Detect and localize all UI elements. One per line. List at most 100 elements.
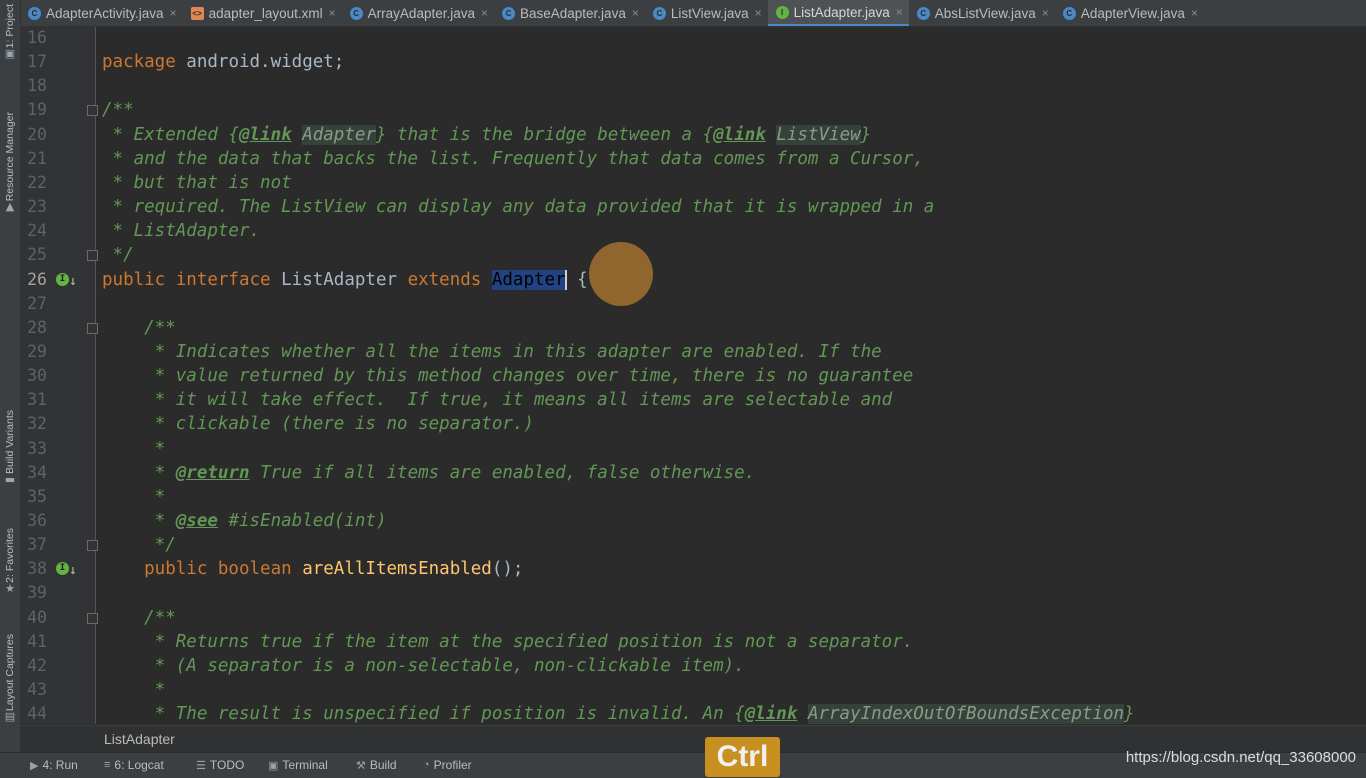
project-icon: ▣ <box>4 47 16 61</box>
code-text: * ListAdapter. <box>102 219 261 243</box>
favorites-tool[interactable]: 2: Favorites ★ <box>0 528 20 595</box>
implemented-icon[interactable]: I <box>56 272 69 286</box>
fold-marker-icon[interactable] <box>87 250 98 262</box>
tab-adapteractivity-java[interactable]: C AdapterActivity.java × <box>20 0 183 26</box>
code-line[interactable]: 43 * <box>20 678 1366 702</box>
tab-adapterview-java[interactable]: C AdapterView.java × <box>1055 0 1204 26</box>
code-token: public boolean <box>102 559 303 580</box>
project-tool[interactable]: 1: Project ▣ <box>0 4 20 60</box>
line-number: 17 <box>27 52 47 72</box>
line-number: 44 <box>27 704 47 724</box>
close-icon[interactable]: × <box>481 6 488 20</box>
code-line[interactable]: 16 <box>20 27 1366 50</box>
code-line[interactable]: 19 /** <box>20 98 1366 122</box>
code-text: * The result is unspecified if position … <box>102 702 1135 724</box>
code-token: * The result is unspecified if position … <box>102 704 745 724</box>
bottom-tool-terminal[interactable]: ▣ Terminal <box>268 758 328 772</box>
line-number: 37 <box>27 535 47 555</box>
resource-manager-tool-label: Resource Manager <box>4 112 16 202</box>
build-variants-tool[interactable]: Build Variants ▬ <box>0 410 20 486</box>
line-number: 21 <box>27 148 47 168</box>
close-icon[interactable]: × <box>1042 6 1049 20</box>
bottom-tool-todo[interactable]: ☰ TODO <box>196 758 244 772</box>
code-line[interactable]: 21 * and the data that backs the list. F… <box>20 147 1366 171</box>
code-text: /** <box>102 606 176 630</box>
code-text: * Returns true if the item at the specif… <box>102 630 914 654</box>
code-line[interactable]: 40 /** <box>20 606 1366 630</box>
code-line[interactable]: 37 */ <box>20 533 1366 557</box>
tab-baseadapter-java[interactable]: C BaseAdapter.java × <box>494 0 645 26</box>
breadcrumb-item[interactable]: ListAdapter <box>104 731 175 747</box>
close-icon[interactable]: × <box>755 6 762 20</box>
tab-listadapter-java[interactable]: I ListAdapter.java × <box>767 0 909 26</box>
code-line[interactable]: 22 * but that is not <box>20 171 1366 195</box>
code-line[interactable]: 31 * it will take effect. If true, it me… <box>20 388 1366 412</box>
code-line[interactable]: 41 * Returns true if the item at the spe… <box>20 630 1366 654</box>
resource-manager-tool[interactable]: Resource Manager ▲ <box>0 112 20 213</box>
code-line[interactable]: 44 * The result is unspecified if positi… <box>20 702 1366 724</box>
build-variants-tool-label: Build Variants <box>4 410 16 475</box>
code-token: * Extended { <box>102 124 239 145</box>
tab-adapter_layout-xml[interactable]: <> adapter_layout.xml × <box>183 0 342 26</box>
code-line[interactable]: 42 * (A separator is a non-selectable, n… <box>20 654 1366 678</box>
code-line[interactable]: 24 * ListAdapter. <box>20 219 1366 243</box>
line-number: 19 <box>27 100 47 120</box>
fold-marker-icon[interactable] <box>87 612 98 624</box>
bottom-tool-4-run[interactable]: ▶ 4: Run <box>30 758 78 772</box>
code-text: package android.widget; <box>102 50 344 74</box>
fold-marker-icon[interactable] <box>87 322 98 334</box>
code-token: ListAdapter <box>281 269 408 290</box>
code-line[interactable]: 17 package android.widget; <box>20 50 1366 74</box>
code-token: (); <box>491 559 524 580</box>
code-line[interactable]: 33 * <box>20 437 1366 461</box>
code-line[interactable]: 35 * <box>20 485 1366 509</box>
bottom-tool-6-logcat[interactable]: ≡ 6: Logcat <box>104 758 164 772</box>
close-icon[interactable]: × <box>329 6 336 20</box>
close-icon[interactable]: × <box>896 5 903 19</box>
code-line[interactable]: 18 <box>20 74 1366 98</box>
editor-tab-bar: C AdapterActivity.java × <> adapter_layout.x… <box>20 0 1366 27</box>
fold-marker-icon[interactable] <box>87 540 98 552</box>
tab-label: ListAdapter.java <box>793 4 890 20</box>
bottom-tool-build[interactable]: ⚒ Build <box>356 758 397 772</box>
tab-abslistview-java[interactable]: C AbsListView.java × <box>909 0 1055 26</box>
code-line[interactable]: 34 * @return True if all items are enabl… <box>20 461 1366 485</box>
line-number: 31 <box>27 390 47 410</box>
code-text: /** <box>102 316 176 340</box>
code-line[interactable]: 36 * @see #isEnabled(int) <box>20 509 1366 533</box>
close-icon[interactable]: × <box>170 6 177 20</box>
close-icon[interactable]: × <box>632 6 639 20</box>
close-icon[interactable]: × <box>1191 6 1198 20</box>
code-editor[interactable]: 16 17 package android.widget; 18 19/** 20 * E… <box>20 27 1366 724</box>
fold-marker-icon[interactable] <box>87 105 98 117</box>
code-text: * <box>102 485 166 509</box>
code-line[interactable]: 27 <box>20 292 1366 316</box>
code-line[interactable]: 25 */ <box>20 243 1366 267</box>
code-token: * Indicates whether all the items in thi… <box>102 341 882 362</box>
code-line[interactable]: 23 * required. The ListView can display … <box>20 195 1366 219</box>
bottom-tool-profiler[interactable]: ◔ Profiler <box>423 758 472 772</box>
code-line[interactable]: 26 I ↓ public interface ListAdapter extends… <box>20 268 1366 292</box>
line-number: 39 <box>27 583 47 603</box>
navigate-down-arrow-icon[interactable]: ↓ <box>69 270 77 294</box>
code-token: } <box>860 124 872 145</box>
code-line[interactable]: 29 * Indicates whether all the items in … <box>20 340 1366 364</box>
code-line[interactable]: 28 /** <box>20 316 1366 340</box>
code-token: * <box>102 511 176 531</box>
class-icon: C <box>916 6 930 20</box>
code-line[interactable]: 32 * clickable (there is no separator.) <box>20 412 1366 436</box>
code-line[interactable]: 38 I ↓ public boolean areAllItemsEnabled()… <box>20 557 1366 581</box>
tab-arrayadapter-java[interactable]: C ArrayAdapter.java × <box>342 0 494 26</box>
favorites-tool-label: 2: Favorites <box>4 528 16 583</box>
code-text: public boolean areAllItemsEnabled(); <box>102 557 523 581</box>
navigate-down-arrow-icon[interactable]: ↓ <box>69 559 77 583</box>
code-line[interactable]: 20 * Extended {@link Adapter} that is th… <box>20 123 1366 147</box>
code-token: * it will take effect. If true, it means… <box>102 390 893 411</box>
tab-listview-java[interactable]: C ListView.java × <box>645 0 768 26</box>
layout-captures-tool[interactable]: Layout Captures ▤ <box>0 634 20 723</box>
implemented-icon[interactable]: I <box>56 562 69 576</box>
code-line[interactable]: 30 * value returned by this method chang… <box>20 364 1366 388</box>
code-line[interactable]: 39 <box>20 581 1366 605</box>
code-token: android.widget; <box>186 52 345 73</box>
